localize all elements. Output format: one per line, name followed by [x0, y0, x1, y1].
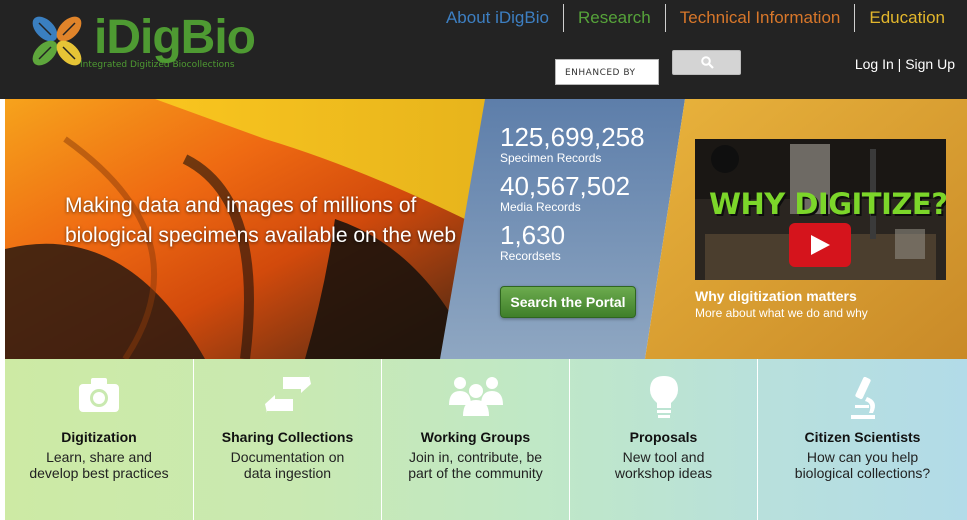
search-input[interactable]: ENHANCED BY [555, 59, 659, 85]
nav-education[interactable]: Education [854, 4, 959, 32]
logo-wordmark: iDigBio [94, 11, 256, 64]
tile-title: Digitization [61, 429, 137, 445]
tile-description: Join in, contribute, be part of the comm… [408, 449, 543, 481]
top-navigation: About iDigBio Research Technical Informa… [432, 4, 959, 32]
site-header: iDigBio Integrated Digitized Biocollecti… [0, 0, 967, 99]
signup-link[interactable]: Sign Up [905, 56, 955, 72]
camera-icon [79, 378, 119, 412]
recordsets-count: 1,630 [500, 220, 566, 250]
tile-title: Sharing Collections [221, 429, 354, 445]
feature-tiles: Digitization Learn, share and develop be… [5, 359, 967, 520]
tile-description: How can you help biological collections? [794, 449, 931, 481]
nav-research[interactable]: Research [562, 4, 665, 32]
search-portal-button[interactable]: Search the Portal [500, 286, 636, 318]
search-button[interactable] [672, 50, 741, 75]
search-enhanced-label: ENHANCED BY [565, 68, 636, 78]
tile-title: Citizen Scientists [804, 429, 921, 445]
tile-sharing-collections[interactable]: Sharing Collections Documentation on dat… [193, 359, 381, 520]
logo-tagline: Integrated Digitized Biocollections [80, 60, 235, 70]
specimen-records-label: Specimen Records [500, 151, 602, 165]
why-digitize-video[interactable]: WHY DIGITIZE? [695, 139, 946, 280]
record-stats: 125,699,258 Specimen Records 40,567,502 … [500, 123, 645, 270]
site-logo[interactable]: iDigBio Integrated Digitized Biocollecti… [22, 6, 256, 76]
hero-tagline: Making data and images of millions of bi… [65, 194, 457, 247]
video-title: WHY DIGITIZE? [709, 187, 946, 221]
media-records-label: Media Records [500, 200, 581, 214]
video-caption-title[interactable]: Why digitization matters [695, 288, 857, 304]
tile-description: Documentation on data ingestion [230, 449, 345, 481]
tile-working-groups[interactable]: Working Groups Join in, contribute, be p… [381, 359, 569, 520]
tile-citizen-scientists[interactable]: Citizen Scientists How can you help biol… [757, 359, 967, 520]
tile-description: New tool and workshop ideas [614, 449, 713, 481]
nav-technical-information[interactable]: Technical Information [664, 4, 855, 32]
tile-proposals[interactable]: Proposals New tool and workshop ideas [569, 359, 757, 520]
video-caption-subtitle[interactable]: More about what we do and why [695, 306, 868, 320]
auth-separator: | [897, 56, 902, 72]
swap-arrows-icon [264, 375, 311, 413]
search-icon [701, 56, 714, 69]
play-icon [811, 235, 830, 255]
video-play-button[interactable] [789, 223, 851, 267]
media-records-count: 40,567,502 [500, 171, 631, 201]
nav-about[interactable]: About iDigBio [432, 4, 563, 32]
auth-links: Log In | Sign Up [855, 56, 955, 72]
tile-description: Learn, share and develop best practices [29, 449, 169, 481]
specimen-records-count: 125,699,258 [500, 122, 645, 152]
tile-title: Proposals [629, 429, 698, 445]
recordsets-label: Recordsets [500, 249, 561, 263]
tile-digitization[interactable]: Digitization Learn, share and develop be… [5, 359, 193, 520]
tile-title: Working Groups [420, 429, 531, 445]
login-link[interactable]: Log In [855, 56, 894, 72]
hero-banner: Making data and images of millions of bi… [5, 99, 967, 359]
group-people-icon [448, 377, 503, 416]
lightbulb-icon [649, 376, 678, 418]
microscope-icon [850, 376, 875, 419]
